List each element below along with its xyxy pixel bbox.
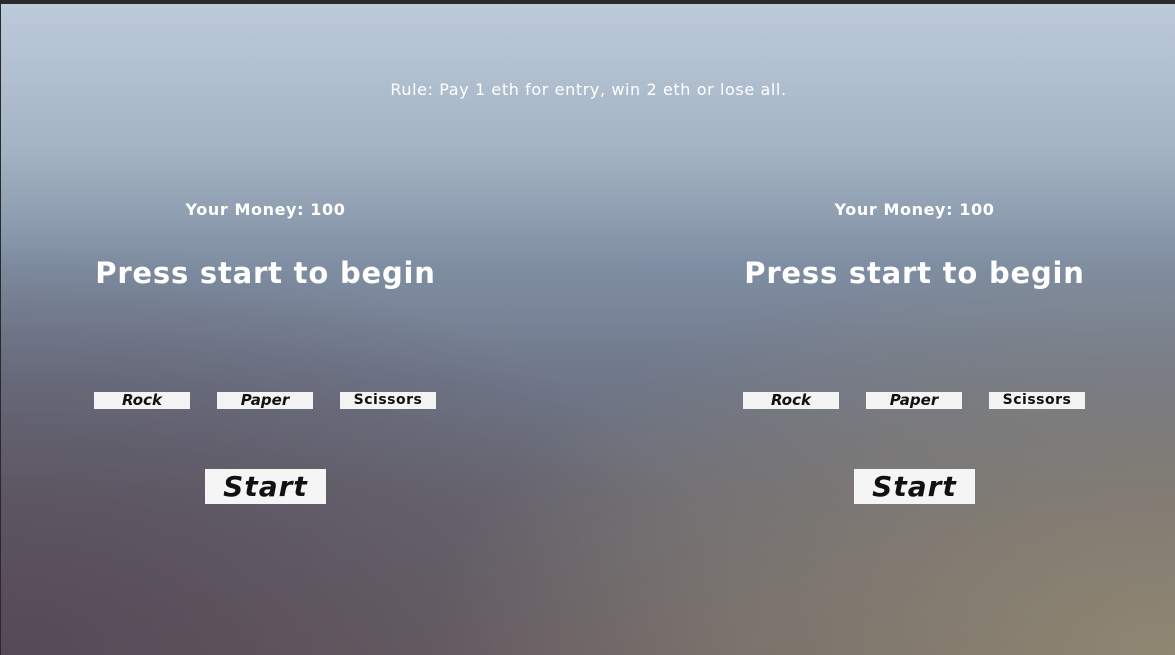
player-panel-right: Your Money: 100 Press start to begin Roc… bbox=[742, 194, 1087, 514]
paper-button[interactable]: Paper bbox=[866, 392, 962, 409]
scissors-button[interactable]: Scissors bbox=[989, 392, 1085, 409]
status-message: Press start to begin bbox=[95, 256, 436, 290]
start-button[interactable]: Start bbox=[205, 469, 326, 504]
money-label: Your Money: 100 bbox=[834, 200, 995, 219]
scissors-button[interactable]: Scissors bbox=[340, 392, 436, 409]
paper-button[interactable]: Paper bbox=[217, 392, 313, 409]
rule-text: Rule: Pay 1 eth for entry, win 2 eth or … bbox=[390, 80, 787, 99]
choice-buttons: Rock Paper Scissors bbox=[743, 392, 1086, 409]
status-message: Press start to begin bbox=[744, 256, 1085, 290]
rock-button[interactable]: Rock bbox=[743, 392, 839, 409]
choice-buttons: Rock Paper Scissors bbox=[94, 392, 437, 409]
money-label: Your Money: 100 bbox=[185, 200, 346, 219]
game-stage: Rule: Pay 1 eth for entry, win 2 eth or … bbox=[0, 0, 1175, 655]
start-button[interactable]: Start bbox=[854, 469, 975, 504]
player-panel-left: Your Money: 100 Press start to begin Roc… bbox=[93, 194, 438, 514]
rock-button[interactable]: Rock bbox=[94, 392, 190, 409]
